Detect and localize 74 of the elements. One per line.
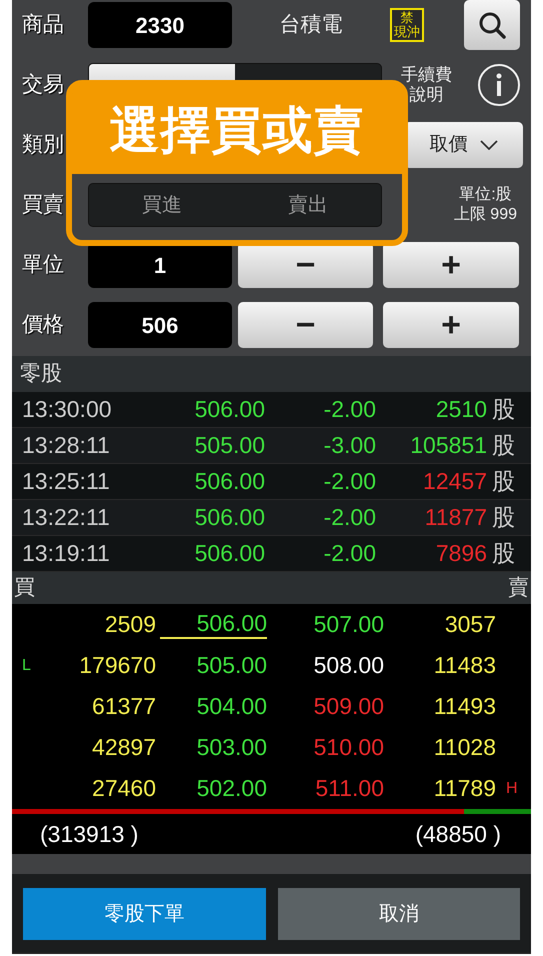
- ask-volume: 11789: [432, 774, 496, 804]
- callout-title: 選擇買或賣: [110, 105, 364, 155]
- bid-volume: 27460: [91, 774, 156, 804]
- trade-change: -2.00: [322, 467, 376, 496]
- section-title: 零股: [20, 361, 62, 388]
- field-label: 類別: [21, 132, 65, 158]
- bid-volume: 42897: [91, 733, 156, 762]
- search-button[interactable]: [464, 0, 520, 50]
- bid-price: 502.00: [196, 774, 267, 802]
- trade-volume: 11877: [424, 503, 487, 532]
- ask-price: 509.00: [312, 692, 384, 722]
- unit-label: 股: [491, 431, 516, 460]
- trade-time: 13:22:11: [21, 503, 111, 532]
- trade-price: 506.00: [194, 467, 265, 496]
- bid-total: (313913 ): [40, 820, 138, 849]
- unit-label: 股: [491, 395, 516, 424]
- trade-price: 506.00: [194, 539, 265, 568]
- bid-price: 503.00: [196, 734, 267, 762]
- increment-button[interactable]: +: [383, 242, 519, 288]
- trade-volume: 105851: [410, 431, 487, 460]
- bid-price: 504.00: [196, 692, 267, 720]
- restriction-badge: 禁 現沖: [390, 8, 424, 42]
- ask-price: 508.00: [312, 651, 384, 680]
- unit-label: 股: [491, 539, 516, 568]
- bid-price: 505.00: [196, 652, 267, 680]
- ask-price: 510.00: [312, 733, 384, 762]
- field-label: 價格: [21, 312, 65, 338]
- info-icon[interactable]: [477, 63, 521, 107]
- trade-volume: 7896: [436, 539, 487, 568]
- ask-volume: 3057: [444, 610, 496, 640]
- trade-change: -2.00: [322, 539, 376, 568]
- trade-volume: 2510: [436, 395, 487, 424]
- low-marker: L: [21, 656, 32, 676]
- high-marker: H: [505, 778, 519, 798]
- bid-price: 506.00: [160, 610, 267, 640]
- price-field[interactable]: 506: [88, 302, 232, 348]
- ask-volume: 11493: [432, 692, 496, 722]
- bid-volume: 2509: [104, 610, 156, 640]
- ask-header: 賣: [508, 575, 529, 602]
- trade-price: 506.00: [194, 395, 265, 424]
- field-label: 商品: [21, 12, 65, 38]
- field-label: 買賣: [21, 192, 65, 218]
- stock-name: 台積電: [278, 12, 344, 38]
- trade-change: -2.00: [322, 395, 376, 424]
- ask-total: (48850 ): [415, 820, 501, 849]
- bid-volume: 61377: [91, 692, 156, 722]
- trade-time: 13:30:00: [21, 395, 113, 424]
- ask-volume: 11028: [432, 733, 496, 762]
- unit-label: 股: [491, 467, 516, 496]
- unit-limit-note: 單位:股 上限 999: [454, 185, 517, 225]
- trade-change: -3.00: [322, 431, 376, 460]
- cancel-button[interactable]: 取消: [278, 888, 520, 940]
- trade-volume: 12457: [423, 467, 487, 496]
- bid-volume: 179670: [78, 651, 156, 680]
- trade-change: -2.00: [322, 503, 376, 532]
- fee-help-link[interactable]: 手續費說明: [400, 64, 453, 106]
- decrement-button[interactable]: −: [238, 302, 373, 348]
- unit-label: 股: [491, 503, 516, 532]
- trade-time: 13:28:11: [21, 431, 111, 460]
- field-label: 交易: [21, 72, 65, 98]
- search-icon: [477, 10, 507, 40]
- ask-price: 511.00: [314, 774, 384, 804]
- trade-price: 505.00: [194, 431, 265, 460]
- ask-volume: 11483: [432, 651, 496, 680]
- ask-price: 507.00: [312, 610, 384, 640]
- submit-order-button[interactable]: 零股下單: [23, 888, 266, 940]
- bid-header: 買: [14, 575, 35, 602]
- trade-time: 13:19:11: [21, 539, 111, 568]
- trade-price: 506.00: [194, 503, 265, 532]
- stock-code-field[interactable]: 2330: [88, 2, 232, 48]
- field-label: 單位: [21, 252, 65, 278]
- trade-time: 13:25:11: [21, 467, 111, 496]
- chevron-down-icon: [480, 140, 498, 150]
- increment-button[interactable]: +: [383, 302, 519, 348]
